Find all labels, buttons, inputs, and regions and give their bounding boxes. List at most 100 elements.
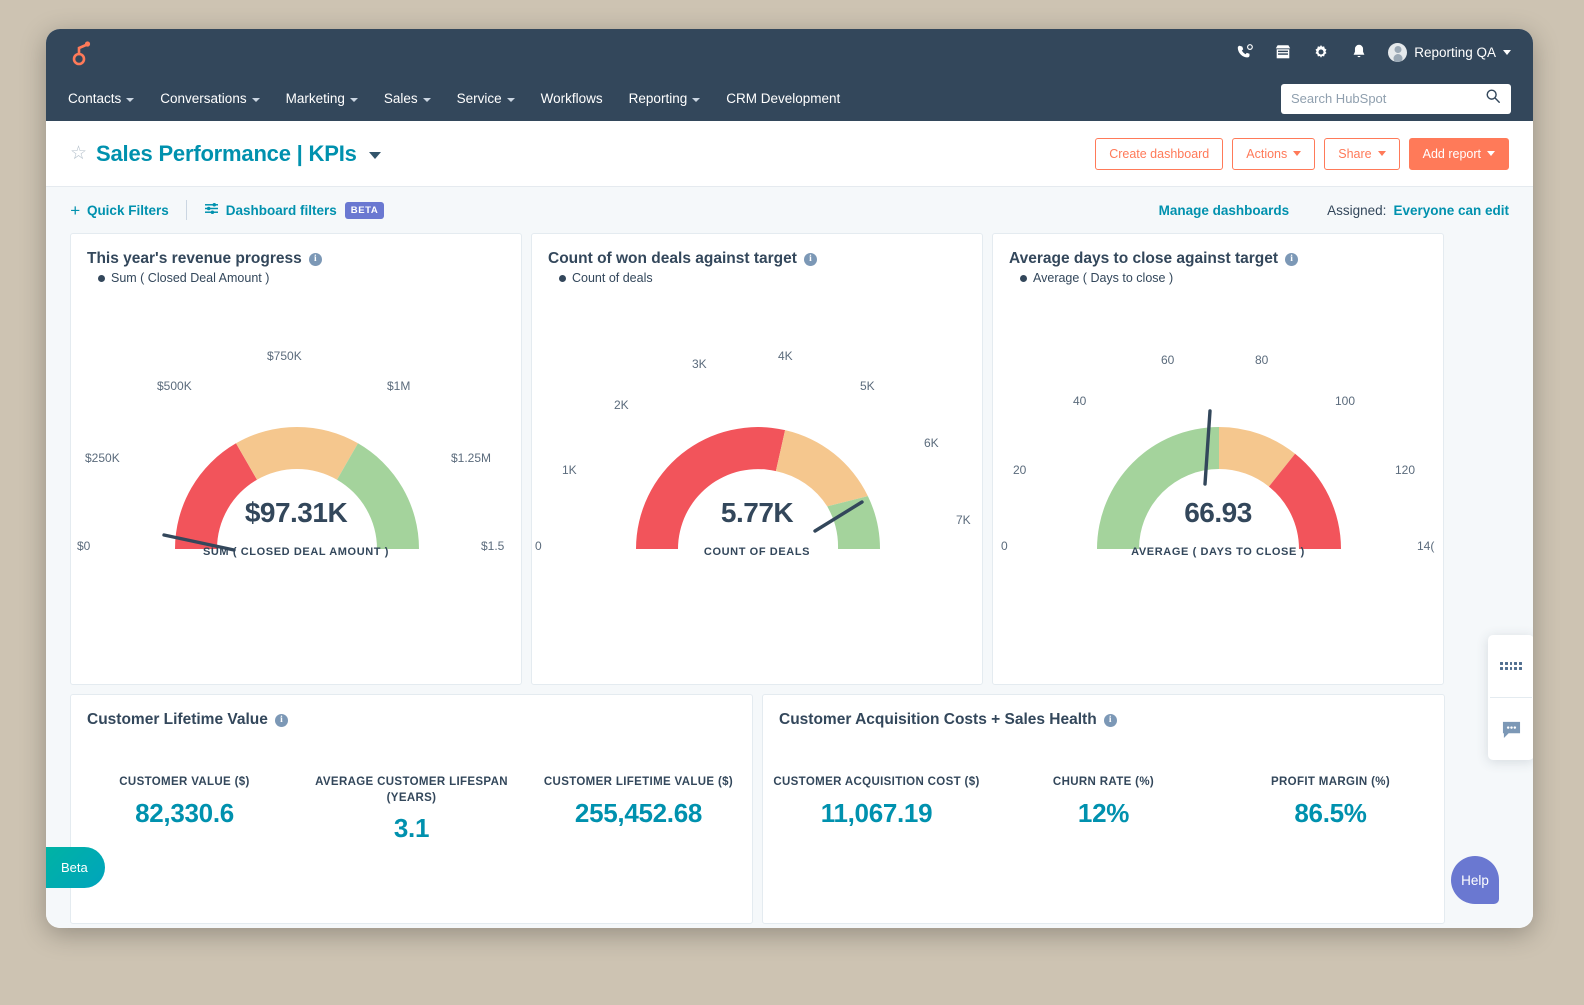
gauge-tick: 60 [1161, 353, 1175, 367]
kpi-label: CUSTOMER ACQUISITION COST ($) [773, 776, 980, 788]
divider [185, 200, 187, 220]
kpi-value: 11,067.19 [820, 797, 933, 828]
nav-item-service[interactable]: Service [457, 91, 515, 106]
nav-item-crm-development[interactable]: CRM Development [726, 91, 840, 106]
chevron-down-icon [1487, 151, 1495, 156]
gauge-tick: 1K [562, 463, 577, 477]
page-title[interactable]: Sales Performance | KPIs [96, 141, 357, 167]
nav-item-workflows[interactable]: Workflows [541, 91, 603, 106]
info-icon[interactable]: i [308, 252, 322, 266]
dashboard-filters-button[interactable]: Dashboard filters [204, 202, 337, 218]
chart-legend: Sum ( Closed Deal Amount ) [71, 268, 521, 285]
gauge-tick: 100 [1335, 394, 1356, 408]
info-icon[interactable]: i [803, 252, 817, 266]
nav-label: CRM Development [726, 91, 841, 106]
gauge-card-row: This year's revenue progress i Sum ( Clo… [70, 233, 1509, 685]
browser-window: Reporting QA Contacts Conversations Mark… [46, 29, 1533, 928]
gauge-value: $97.31K [244, 497, 348, 528]
gear-icon[interactable] [1312, 43, 1330, 61]
kpi-value: 12% [1077, 797, 1130, 828]
legend-dot [1020, 274, 1027, 282]
nav-item-contacts[interactable]: Contacts [68, 91, 135, 106]
legend-dot [98, 274, 105, 282]
gauge-value: 5.77K [720, 497, 794, 528]
add-report-button[interactable]: Add report [1408, 137, 1509, 170]
legend-label: Count of deals [572, 271, 653, 285]
chart-legend: Count of deals [532, 268, 982, 285]
gauge-tick: $1M [387, 379, 411, 393]
account-name: Reporting QA [1414, 44, 1496, 60]
gauge-tick: $1.25M [451, 451, 492, 465]
gauge-tick: 120 [1395, 463, 1416, 477]
assigned-value-link[interactable]: Everyone can edit [1393, 203, 1509, 218]
star-outline-icon[interactable]: ☆ [70, 144, 87, 163]
nav-label: Marketing [285, 91, 345, 106]
kpi-label: PROFIT MARGIN (%) [1270, 776, 1391, 788]
status-badge: BETA [344, 201, 385, 219]
kpi-row: CUSTOMER VALUE ($) 82,330.6 AVERAGE CUST… [71, 729, 752, 844]
chart-legend: Average ( Days to close ) [993, 268, 1443, 285]
info-icon[interactable]: i [274, 713, 288, 727]
legend-label: Sum ( Closed Deal Amount ) [111, 271, 270, 285]
kpi-value: 3.1 [393, 813, 430, 844]
manage-dashboards-link[interactable]: Manage dashboards [1159, 203, 1290, 218]
revenue-progress-card: This year's revenue progress i Sum ( Clo… [70, 233, 522, 685]
gauge-tick: $500K [157, 379, 192, 393]
gauge-tick: 6K [924, 436, 939, 450]
nav-item-reporting[interactable]: Reporting [629, 91, 701, 106]
plus-icon: + [70, 200, 80, 220]
filters-right-group: Manage dashboards Assigned: Everyone can… [1159, 203, 1509, 218]
kpi-label: CUSTOMER VALUE ($) [119, 776, 250, 788]
help-button[interactable]: Help [1451, 856, 1499, 904]
chevron-down-icon [506, 97, 515, 102]
nav-item-marketing[interactable]: Marketing [286, 91, 358, 106]
hubspot-topbar: Reporting QA [46, 29, 1533, 75]
card-title: Customer Acquisition Costs + Sales Healt… [779, 711, 1097, 728]
card-header: Count of won deals against target i [532, 234, 982, 268]
chevron-down-icon [349, 97, 358, 102]
share-button[interactable]: Share [1324, 137, 1400, 170]
dashboard-header: ☆ Sales Performance | KPIs Create dashbo… [46, 121, 1533, 187]
gauge-tick: $750K [267, 349, 302, 363]
chevron-down-icon [422, 97, 431, 102]
bell-icon[interactable] [1350, 43, 1368, 61]
kpi-customer-value: CUSTOMER VALUE ($) 82,330.6 [71, 775, 298, 844]
marketplace-icon[interactable] [1274, 43, 1292, 61]
kpi-value: 255,452.68 [574, 797, 703, 828]
gauge-tick: 3K [692, 357, 707, 371]
chevron-down-icon [1293, 151, 1302, 156]
search-box[interactable] [1281, 83, 1511, 114]
chevron-down-icon [126, 97, 135, 102]
button-label: Share [1338, 146, 1372, 161]
gauge-tick: 40 [1073, 394, 1087, 408]
quick-filters-button[interactable]: + Quick Filters [70, 202, 169, 219]
kpi-customer-acquisition-cost: CUSTOMER ACQUISITION COST ($) 11,067.19 [763, 775, 990, 829]
kpi-label: AVERAGE CUSTOMER LIFESPAN (YEARS) [315, 776, 508, 804]
nav-item-conversations[interactable]: Conversations [160, 91, 260, 106]
quick-filters-label: Quick Filters [86, 202, 169, 218]
gauge-value: 66.93 [1184, 497, 1252, 528]
info-icon[interactable]: i [1103, 713, 1117, 727]
search-input[interactable] [1291, 91, 1485, 106]
info-icon[interactable]: i [1285, 252, 1299, 266]
chat-bubble-icon[interactable] [1488, 698, 1533, 760]
create-dashboard-button[interactable]: Create dashboard [1095, 137, 1224, 170]
topbar-icon-group: Reporting QA [1236, 42, 1511, 62]
gauge-tick: 4K [778, 349, 793, 363]
hubspot-sprocket-logo[interactable] [68, 37, 98, 67]
gauge-tick: 2K [614, 398, 629, 412]
actions-button[interactable]: Actions [1232, 137, 1316, 170]
beta-tab-button[interactable]: Beta [46, 847, 105, 888]
kpi-label: CUSTOMER LIFETIME VALUE ($) [543, 776, 734, 788]
apps-grid-icon[interactable] [1488, 635, 1533, 697]
dashboard-menu-chevron-icon[interactable] [368, 152, 381, 159]
gauge-tick: 5K [860, 379, 875, 393]
customer-acquisition-costs-card: Customer Acquisition Costs + Sales Healt… [762, 694, 1445, 924]
nav-label: Reporting [628, 91, 688, 106]
account-menu[interactable]: Reporting QA [1388, 42, 1511, 62]
search-icon[interactable] [1485, 88, 1501, 109]
nav-label: Contacts [68, 91, 122, 106]
card-header: Customer Acquisition Costs + Sales Healt… [763, 695, 1444, 729]
nav-item-sales[interactable]: Sales [384, 91, 431, 106]
call-icon[interactable] [1236, 43, 1254, 61]
